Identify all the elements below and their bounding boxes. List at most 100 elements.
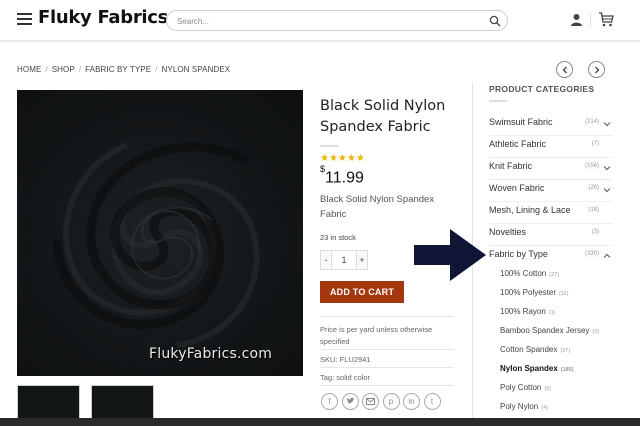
breadcrumb-fabric-by-type[interactable]: FABRIC BY TYPE: [85, 65, 151, 74]
twitter-icon[interactable]: [341, 393, 359, 410]
subcategory-label[interactable]: Bamboo Spandex Jersey: [500, 326, 589, 335]
subcategory-label[interactable]: Poly Cotton: [500, 383, 541, 392]
subcategory-count: (1): [548, 310, 556, 316]
previous-product-button[interactable]: [556, 61, 573, 78]
chevron-down-icon[interactable]: [603, 186, 611, 194]
category-fabric-by-type[interactable]: Fabric by Type (330): [489, 246, 613, 268]
menu-icon[interactable]: [17, 13, 32, 25]
breadcrumb-shop[interactable]: SHOP: [52, 65, 75, 74]
search-bar[interactable]: [166, 10, 508, 31]
tag-label: Tag:: [320, 373, 335, 382]
image-watermark: FlukyFabrics.com: [149, 346, 273, 362]
share-icons: f p in t: [321, 393, 441, 410]
subcategory-count: (4): [541, 405, 548, 411]
sku-label: SKU:: [320, 355, 338, 364]
linkedin-icon[interactable]: in: [403, 393, 420, 410]
subcategory-label[interactable]: 100% Polyester: [500, 288, 556, 297]
email-icon[interactable]: [362, 393, 379, 410]
sku-value: FLU2941: [339, 355, 371, 364]
breadcrumb: HOME / SHOP / FABRIC BY TYPE / NYLON SPANDEX: [17, 65, 231, 74]
subcategory-label[interactable]: Nylon Spandex: [500, 364, 558, 373]
short-description: Black Solid Nylon Spandex Fabric: [320, 194, 435, 220]
quantity-stepper: - 1 +: [320, 250, 368, 270]
quantity-decrease-button[interactable]: -: [320, 250, 332, 270]
product-main-image[interactable]: FlukyFabrics.com: [17, 90, 303, 376]
category-swimsuit-fabric[interactable]: Swimsuit Fabric (214): [489, 114, 613, 136]
product-title: Black Solid Nylon Spandex Fabric: [320, 98, 446, 135]
subcategory-poly-nylon[interactable]: Poly Nylon (4): [500, 402, 548, 411]
site-logo[interactable]: Fluky Fabrics: [38, 7, 168, 28]
site-header: Fluky Fabrics: [0, 0, 640, 41]
pointer-arrow-icon: [414, 229, 486, 281]
chevron-right-icon: [595, 66, 600, 74]
subcategory-100-polyester[interactable]: 100% Polyester (11): [500, 288, 568, 297]
price-note: Price is per yard unless otherwise speci…: [320, 325, 433, 346]
product-price: $11.99: [320, 164, 364, 187]
stock-status: 23 in stock: [320, 233, 356, 242]
meta-divider: [320, 316, 454, 317]
subcategory-label[interactable]: Cotton Spandex: [500, 345, 557, 354]
price-value: 11.99: [325, 169, 364, 187]
add-to-cart-button[interactable]: ADD TO CART: [320, 281, 404, 303]
category-label[interactable]: Mesh, Lining & Lace: [489, 205, 571, 215]
subcategory-nylon-spandex[interactable]: Nylon Spandex (185): [500, 364, 574, 373]
fabric-swirl-image: [52, 142, 260, 348]
subcategory-cotton-spandex[interactable]: Cotton Spandex (27): [500, 345, 570, 354]
quantity-input[interactable]: 1: [332, 250, 356, 270]
tag-link[interactable]: solid color: [336, 373, 370, 382]
category-mesh-lining-lace[interactable]: Mesh, Lining & Lace (18): [489, 202, 613, 224]
category-count: (214): [584, 119, 599, 125]
subcategory-count: (11): [559, 291, 569, 297]
category-count: (156): [584, 163, 599, 169]
breadcrumb-home[interactable]: HOME: [17, 65, 41, 74]
search-input[interactable]: [177, 14, 477, 28]
category-count: (18): [588, 207, 599, 213]
breadcrumb-nylon-spandex[interactable]: NYLON SPANDEX: [162, 65, 231, 74]
category-count: (7): [591, 141, 599, 147]
subcategory-label[interactable]: 100% Rayon: [500, 307, 546, 316]
category-count: (330): [584, 251, 599, 257]
sidebar-title: PRODUCT CATEGORIES: [489, 84, 595, 94]
category-label[interactable]: Athletic Fabric: [489, 139, 546, 149]
product-tag: Tag: solid color: [320, 373, 370, 382]
category-label[interactable]: Woven Fabric: [489, 183, 544, 193]
meta-divider: [320, 367, 454, 368]
category-label[interactable]: Swimsuit Fabric: [489, 117, 553, 127]
category-novelties[interactable]: Novelties (3): [489, 224, 613, 246]
facebook-icon[interactable]: f: [321, 393, 338, 410]
subcategory-count: (185): [560, 367, 574, 373]
next-product-button[interactable]: [588, 61, 605, 78]
subcategory-label[interactable]: 100% Cotton: [500, 269, 546, 278]
cart-icon[interactable]: [598, 12, 614, 27]
category-label[interactable]: Fabric by Type: [489, 249, 548, 259]
category-knit-fabric[interactable]: Knit Fabric (156): [489, 158, 613, 180]
category-label[interactable]: Novelties: [489, 227, 526, 237]
user-icon[interactable]: [570, 13, 583, 26]
subcategory-label[interactable]: Poly Nylon: [500, 402, 538, 411]
chevron-down-icon[interactable]: [603, 164, 611, 172]
chevron-down-icon[interactable]: [603, 120, 611, 128]
quantity-increase-button[interactable]: +: [356, 250, 368, 270]
subcategory-100-cotton[interactable]: 100% Cotton (27): [500, 269, 559, 278]
subcategory-bamboo-spandex-jersey[interactable]: Bamboo Spandex Jersey (2): [500, 326, 599, 335]
currency-symbol: $: [320, 164, 326, 174]
subcategory-count: (5): [544, 386, 552, 392]
search-icon[interactable]: [489, 15, 501, 27]
tumblr-icon[interactable]: t: [423, 393, 441, 410]
chevron-left-icon: [562, 66, 567, 74]
category-woven-fabric[interactable]: Woven Fabric (26): [489, 180, 613, 202]
rating-stars[interactable]: ★★★★★: [320, 153, 365, 164]
sidebar-title-divider: [489, 100, 507, 102]
meta-divider: [320, 385, 454, 386]
meta-divider: [320, 349, 454, 350]
subcategory-count: (2): [592, 329, 600, 335]
bottom-bar: [0, 418, 640, 426]
subcategory-poly-cotton[interactable]: Poly Cotton (5): [500, 383, 551, 392]
chevron-up-icon[interactable]: [603, 252, 611, 260]
category-label[interactable]: Knit Fabric: [489, 161, 532, 171]
header-divider: [590, 13, 591, 27]
subcategory-100-rayon[interactable]: 100% Rayon (1): [500, 307, 556, 316]
pinterest-icon[interactable]: p: [382, 393, 400, 410]
category-athletic-fabric[interactable]: Athletic Fabric (7): [489, 136, 613, 158]
sku: SKU: FLU2941: [320, 355, 370, 364]
